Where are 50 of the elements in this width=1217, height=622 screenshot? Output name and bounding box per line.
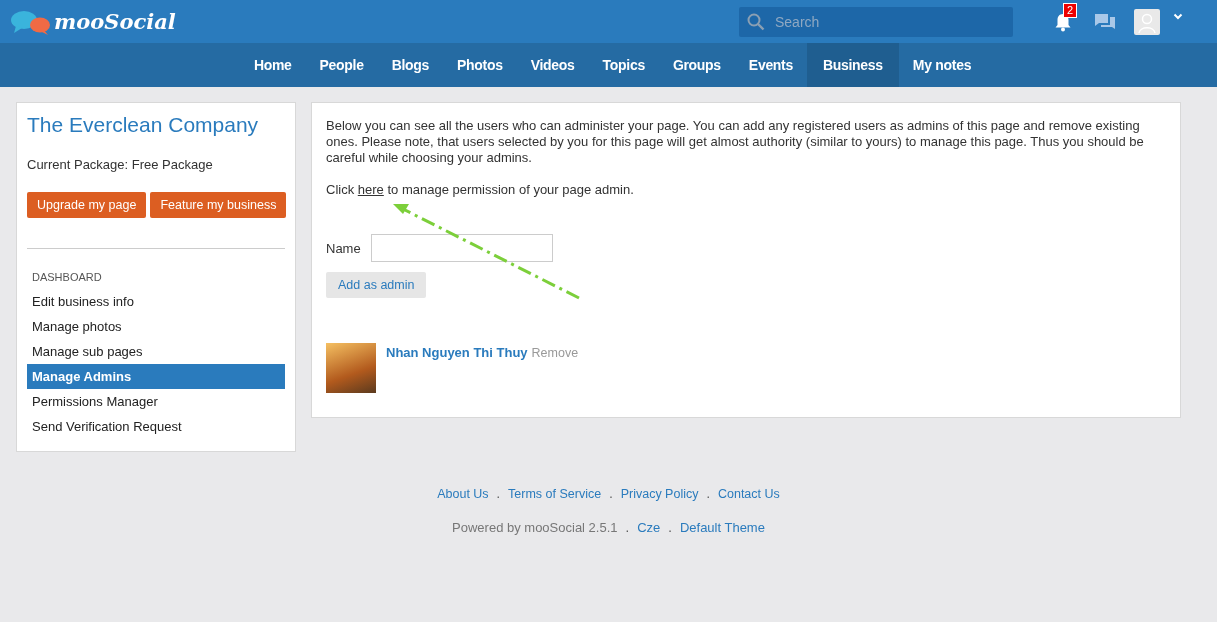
add-as-admin-button[interactable]: Add as admin [326,272,427,298]
nav-tab[interactable]: Videos [516,43,589,87]
footer-link[interactable]: About Us [437,487,489,501]
here-link[interactable]: here [357,182,384,197]
permission-sentence: Click here to manage permission of your page admin. [326,182,635,197]
nav-tab[interactable]: Topics [588,43,659,87]
sidebar-menu-item[interactable]: Send Verification Request [27,414,285,439]
footer-link[interactable]: Contact Us [717,487,780,501]
nav-tab[interactable]: Groups [658,43,735,87]
search-icon [747,12,765,31]
nav-tab[interactable]: Events [734,43,807,87]
footer-link[interactable]: Default Theme [679,520,765,535]
sidebar-menu-item[interactable]: Manage sub pages [27,339,285,364]
action-button[interactable]: Upgrade my page [27,192,147,218]
remove-link[interactable]: Remove [531,346,579,360]
notification-count-badge: 2 [1063,2,1078,18]
caret-icon[interactable] [1173,13,1183,20]
separator-dot: . [496,487,501,501]
messages-icon[interactable] [1094,11,1116,32]
name-input-field[interactable] [370,234,553,262]
nav-tab[interactable]: Photos [443,43,517,87]
section-heading: DASHBOARD [31,271,103,283]
separator-dot: . [668,520,672,535]
nav-tab[interactable]: People [305,43,378,87]
separator-dot: . [625,520,630,535]
sidebar-menu-item[interactable]: Manage photos [27,314,285,339]
intro-paragraph: Below you can see all the users who can administer your page. You can add any registered users as admins of this page and remove existing ones. Please note, that users selected by you for this page will get almost authority (similar to yours) to manage this page. Thus you should be careful while choosing your admins. [326,118,1145,166]
sidebar-menu-item[interactable]: Edit business info [27,289,285,314]
admin-name-link[interactable]: Nhan Nguyen Thi Thuy [386,345,528,360]
chat-bubbles-logo-icon [10,8,52,35]
footer-link[interactable]: Privacy Policy [620,487,699,501]
nav-tab[interactable]: Business [807,43,899,87]
sidebar-menu-item[interactable]: Manage Admins [27,364,285,389]
site-logo-text[interactable]: mooSocial [54,9,176,34]
package-text: Current Package: Free Package [27,157,214,172]
separator-dot: . [609,487,613,501]
name-label: Name [326,240,361,256]
sidebar-menu-item[interactable]: Permissions Manager [27,389,285,414]
action-button[interactable]: Feature my business [150,192,287,218]
photo-placeholder [326,343,376,393]
footer-link[interactable]: Cze [637,520,661,535]
nav-tab[interactable]: Blogs [377,43,444,87]
nav-tab[interactable]: My notes [898,43,986,87]
user-avatar-icon[interactable] [1134,8,1160,35]
footer-link[interactable]: Terms of Service [508,487,602,501]
search-field[interactable]: Search [739,6,1013,37]
business-title: The Everclean Company [27,113,260,137]
nav-tab[interactable]: Home [239,43,306,87]
powered-by-text: Powered by mooSocial 2.5.1 [452,520,618,535]
separator-dot: . [706,487,710,501]
